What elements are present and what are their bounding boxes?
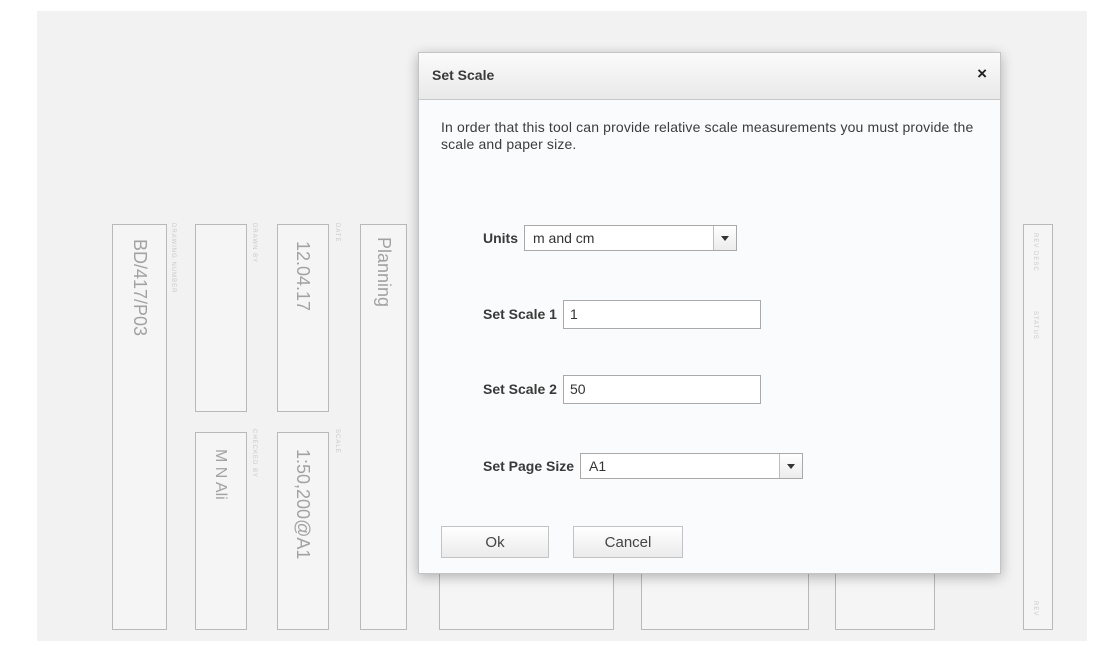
drawing-number-label: DRAWING NUMBER — [170, 223, 176, 294]
checked-by-box: M N Ali — [195, 432, 247, 630]
scale1-row: Set Scale 1 — [483, 299, 761, 329]
page-size-label: Set Page Size — [483, 458, 575, 474]
checked-by-label: CHECKED BY — [251, 429, 257, 479]
scale1-input[interactable] — [562, 299, 761, 329]
drawn-by-label: DRAWN BY — [251, 223, 257, 264]
dialog-title: Set Scale — [432, 67, 495, 83]
close-icon[interactable]: × — [977, 65, 987, 83]
chevron-down-icon[interactable] — [713, 226, 736, 250]
scale2-label: Set Scale 2 — [483, 381, 557, 397]
scale2-input[interactable] — [562, 374, 761, 404]
dialog-description: In order that this tool can provide rela… — [441, 119, 974, 152]
rev-label: REV — [1032, 601, 1038, 617]
date-text: 12.04.17 — [293, 241, 313, 312]
units-select[interactable]: m and cm — [524, 225, 737, 251]
units-row: Units m and cm — [483, 223, 737, 253]
date-box: 12.04.17 — [277, 224, 329, 412]
units-label: Units — [483, 230, 518, 246]
scale-text: 1:50,200@A1 — [293, 449, 313, 560]
date-label: DATE — [334, 223, 340, 243]
drawing-number-text: BD/417/P03 — [130, 239, 150, 337]
dialog-title-bar[interactable]: Set Scale × — [419, 53, 1000, 100]
chevron-down-icon[interactable] — [779, 454, 803, 478]
scale1-label: Set Scale 1 — [483, 306, 557, 322]
units-value: m and cm — [533, 230, 595, 246]
drawn-by-box — [195, 224, 247, 412]
scale-label: SCALE — [334, 429, 340, 454]
drawing-number-box: BD/417/P03 — [112, 224, 167, 630]
rev-desc-label: REV DESC — [1032, 233, 1038, 272]
checked-by-text: M N Ali — [212, 449, 229, 500]
page-size-row: Set Page Size A1 — [483, 451, 804, 481]
ok-button[interactable]: Ok — [441, 526, 549, 558]
status-text: Planning — [374, 237, 394, 308]
set-scale-dialog: Set Scale × In order that this tool can … — [418, 52, 1001, 574]
cancel-button[interactable]: Cancel — [573, 526, 683, 558]
status-label: STATUS — [1032, 311, 1038, 340]
status-box: Planning — [360, 224, 407, 630]
scale-box: 1:50,200@A1 — [277, 432, 329, 630]
page-size-select[interactable]: A1 — [580, 453, 804, 479]
page-size-value: A1 — [589, 458, 607, 474]
rev-desc-box — [1023, 224, 1053, 630]
scale2-row: Set Scale 2 — [483, 374, 761, 404]
